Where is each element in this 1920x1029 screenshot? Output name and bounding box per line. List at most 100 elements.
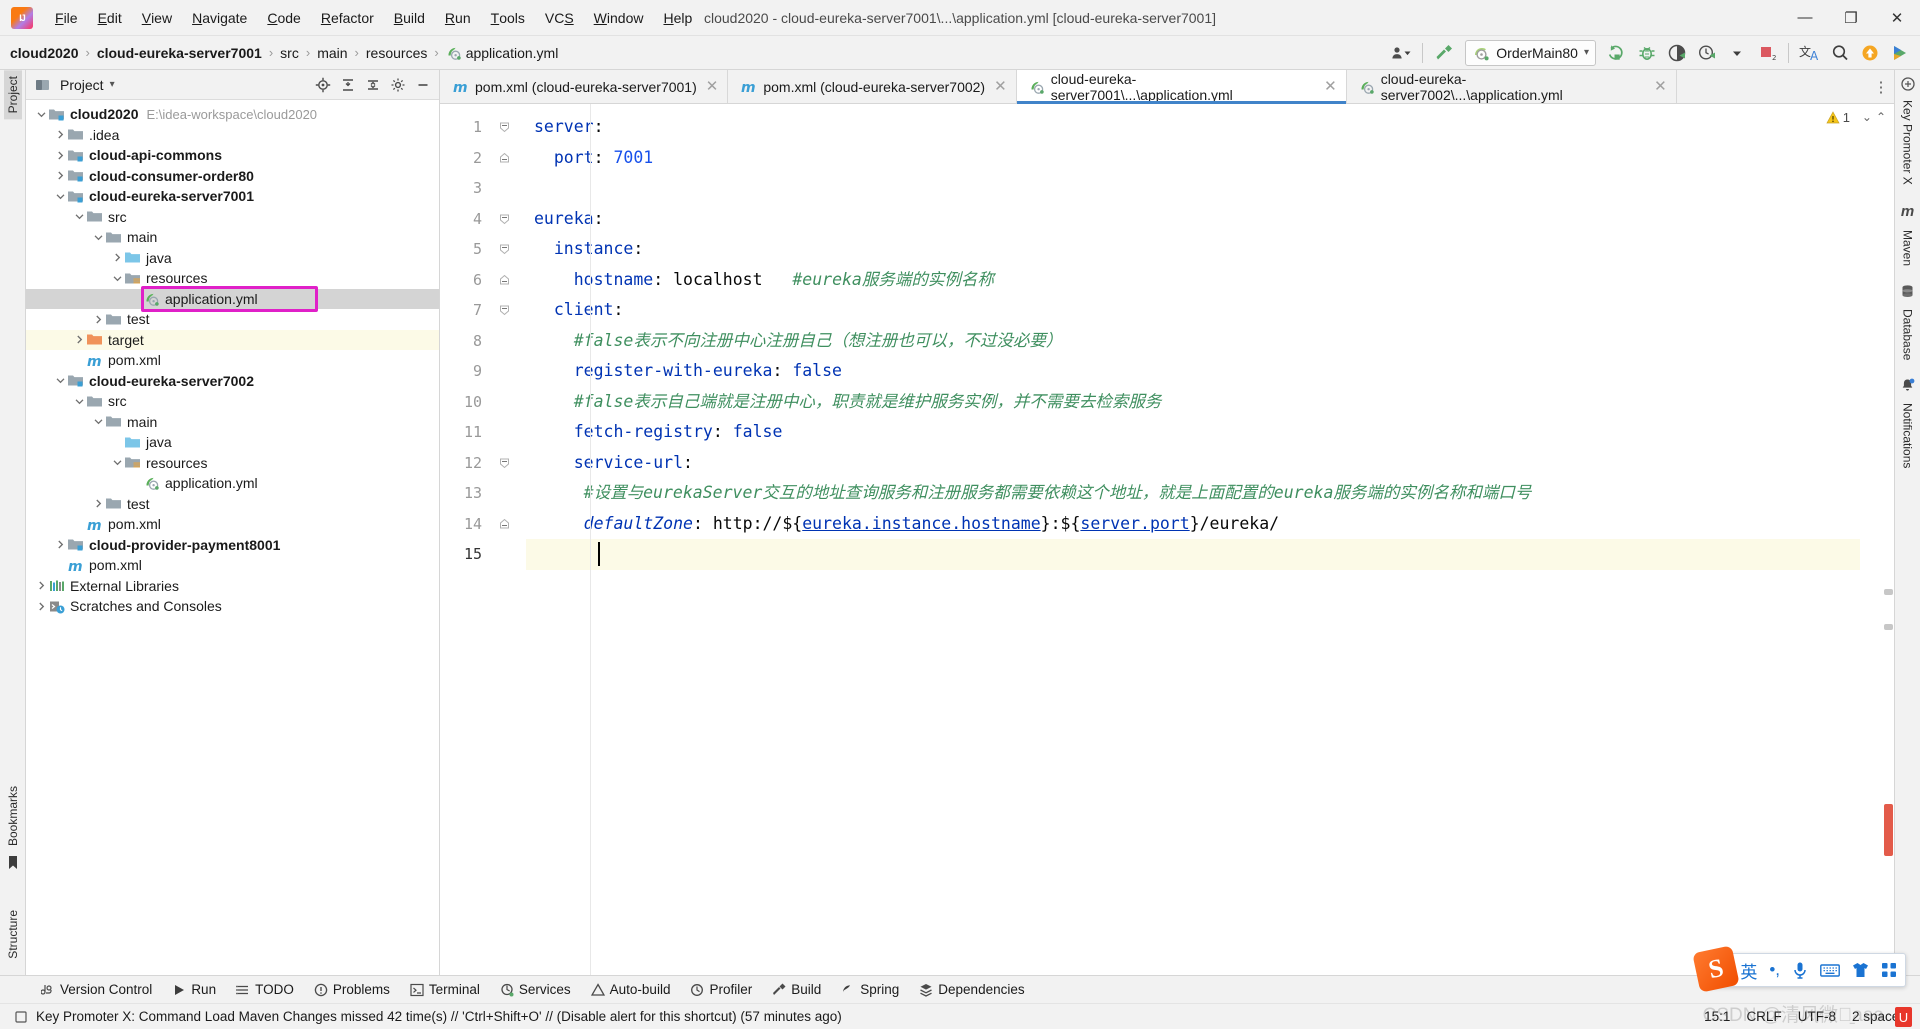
collapse-selection-icon[interactable]: [336, 73, 360, 97]
tree-node-selected[interactable]: application.yml: [26, 288, 439, 309]
menu-item-view[interactable]: View: [132, 0, 182, 35]
rail-tab-database[interactable]: Database: [1901, 309, 1915, 360]
project-view-icon[interactable]: [30, 73, 54, 97]
tree-arrow-none[interactable]: [129, 292, 143, 306]
tree-arrow-collapsed[interactable]: [72, 333, 86, 347]
line-number[interactable]: 3: [440, 173, 526, 204]
project-view-chevron-icon[interactable]: ▾: [110, 79, 115, 90]
code-line[interactable]: fetch-registry: false: [526, 417, 1860, 448]
close-button[interactable]: ✕: [1874, 0, 1920, 35]
stop-icon[interactable]: 2: [1753, 40, 1781, 66]
apps-icon[interactable]: [1881, 962, 1897, 978]
line-number[interactable]: 11: [440, 417, 526, 448]
rail-tab-structure[interactable]: Structure: [4, 904, 22, 965]
tree-arrow-expanded[interactable]: [53, 189, 67, 203]
rail-tab-project[interactable]: Project: [3, 70, 22, 120]
microphone-icon[interactable]: [1792, 961, 1808, 979]
breadcrumb-item-application-yml[interactable]: application.yml: [446, 45, 558, 61]
tool-window-terminal[interactable]: Terminal: [401, 980, 489, 999]
tree-arrow-collapsed[interactable]: [91, 497, 105, 511]
rail-tab-key-promoter[interactable]: Key Promoter X: [1901, 100, 1915, 185]
tree-arrow-none[interactable]: [53, 558, 67, 572]
fold-end-icon[interactable]: [499, 152, 510, 163]
sogou-logo-icon[interactable]: S: [1692, 945, 1741, 993]
warning-indicator[interactable]: 1: [1826, 110, 1850, 125]
locate-icon[interactable]: [311, 73, 335, 97]
line-number[interactable]: 10: [440, 387, 526, 418]
code-line[interactable]: server:: [526, 112, 1860, 143]
menu-item-navigate[interactable]: Navigate: [182, 0, 257, 35]
tree-arrow-none[interactable]: [110, 435, 124, 449]
breadcrumb-item-resources[interactable]: resources: [366, 45, 427, 61]
tool-window-build[interactable]: Build: [763, 980, 830, 999]
tree-node[interactable]: java: [26, 432, 439, 453]
line-number[interactable]: 13: [440, 478, 526, 509]
line-separator[interactable]: CRLF: [1746, 1009, 1781, 1024]
menu-item-vcs[interactable]: VC S: [535, 0, 584, 35]
line-number[interactable]: 12: [440, 448, 526, 479]
tree-node[interactable]: test: [26, 494, 439, 515]
tree-arrow-expanded[interactable]: [34, 107, 48, 121]
close-tab-icon[interactable]: ✕: [706, 79, 719, 94]
tree-arrow-collapsed[interactable]: [53, 538, 67, 552]
settings-gear-icon[interactable]: [386, 73, 410, 97]
tree-arrow-expanded[interactable]: [91, 230, 105, 244]
tree-node[interactable]: src: [26, 207, 439, 228]
tree-node[interactable]: cloud-eureka-server7002: [26, 371, 439, 392]
code-line[interactable]: #设置与eurekaServer交互的地址查询服务和注册服务都需要依赖这个地址，…: [526, 478, 1860, 509]
menu-item-window[interactable]: Window: [584, 0, 654, 35]
run-configuration-selector[interactable]: OrderMain80 ▾: [1465, 39, 1596, 66]
fold-collapse-icon[interactable]: [499, 305, 510, 316]
line-number[interactable]: 2: [440, 143, 526, 174]
tree-arrow-expanded[interactable]: [110, 271, 124, 285]
code-line[interactable]: defaultZone: http://${eureka.instance.ho…: [526, 509, 1860, 540]
menu-item-build[interactable]: Build: [384, 0, 435, 35]
keyboard-icon[interactable]: [1820, 963, 1840, 978]
editor-tabs-more-icon[interactable]: ⋮: [1868, 70, 1894, 103]
run-coverage-icon[interactable]: [1663, 40, 1691, 66]
tree-node[interactable]: m pom.xml: [26, 514, 439, 535]
tree-arrow-none[interactable]: [129, 476, 143, 490]
tree-arrow-none[interactable]: [72, 353, 86, 367]
debug-icon[interactable]: [1633, 40, 1661, 66]
tree-arrow-collapsed[interactable]: [91, 312, 105, 326]
project-tree[interactable]: cloud2020 E:\idea-workspace\cloud2020 .ide…: [26, 100, 439, 975]
tree-node[interactable]: cloud-provider-payment8001: [26, 535, 439, 556]
menu-item-run[interactable]: Run: [435, 0, 481, 35]
code-line[interactable]: service-url:: [526, 448, 1860, 479]
breadcrumb-item-src[interactable]: src: [280, 45, 299, 61]
tree-node[interactable]: main: [26, 227, 439, 248]
tree-node[interactable]: cloud2020 E:\idea-workspace\cloud2020: [26, 104, 439, 125]
inspection-widget[interactable]: ⌄ ⌃: [1862, 110, 1886, 124]
menu-item-file[interactable]: File: [45, 0, 88, 35]
editor-scroll-markers[interactable]: 1 ⌄ ⌃: [1826, 104, 1894, 975]
fold-collapse-icon[interactable]: [499, 213, 510, 224]
fold-collapse-icon[interactable]: [499, 457, 510, 468]
menu-item-refactor[interactable]: Refactor: [311, 0, 384, 35]
menu-item-help[interactable]: Help: [653, 0, 702, 35]
line-number[interactable]: 1: [440, 112, 526, 143]
update-icon[interactable]: [1856, 40, 1884, 66]
hammer-build-icon[interactable]: [1430, 40, 1458, 66]
ime-mode-label[interactable]: 英: [1740, 958, 1757, 983]
code-line[interactable]: #false表示不向注册中心注册自己（想注册也可以，不过没必要）: [526, 326, 1860, 357]
tree-arrow-collapsed[interactable]: [53, 169, 67, 183]
tree-node[interactable]: target: [26, 329, 439, 350]
line-number[interactable]: 9: [440, 356, 526, 387]
editor-tab-1[interactable]: m pom.xml (cloud-eureka-server7002) ✕: [728, 70, 1017, 103]
hide-inspections-icon[interactable]: ⌃: [1876, 110, 1886, 124]
rail-tab-maven[interactable]: Maven: [1901, 230, 1915, 266]
tree-node[interactable]: External Libraries: [26, 576, 439, 597]
tree-arrow-expanded[interactable]: [72, 210, 86, 224]
code-line[interactable]: instance:: [526, 234, 1860, 265]
tree-node[interactable]: java: [26, 248, 439, 269]
run-icon[interactable]: [1603, 40, 1631, 66]
code-line[interactable]: eureka:: [526, 204, 1860, 235]
translate-icon[interactable]: 文 A: [1796, 40, 1824, 66]
tree-node[interactable]: cloud-consumer-order80: [26, 166, 439, 187]
rail-tab-notifications[interactable]: Notifications: [1901, 403, 1915, 468]
code-editor[interactable]: 1 2 3 4 5 6 7 8 9 10 11 12 13 14 15 server: port: 7001…: [440, 104, 1894, 975]
skin-icon[interactable]: [1852, 962, 1869, 978]
tree-arrow-collapsed[interactable]: [34, 599, 48, 613]
rail-tab-bookmarks[interactable]: Bookmarks: [4, 780, 22, 852]
